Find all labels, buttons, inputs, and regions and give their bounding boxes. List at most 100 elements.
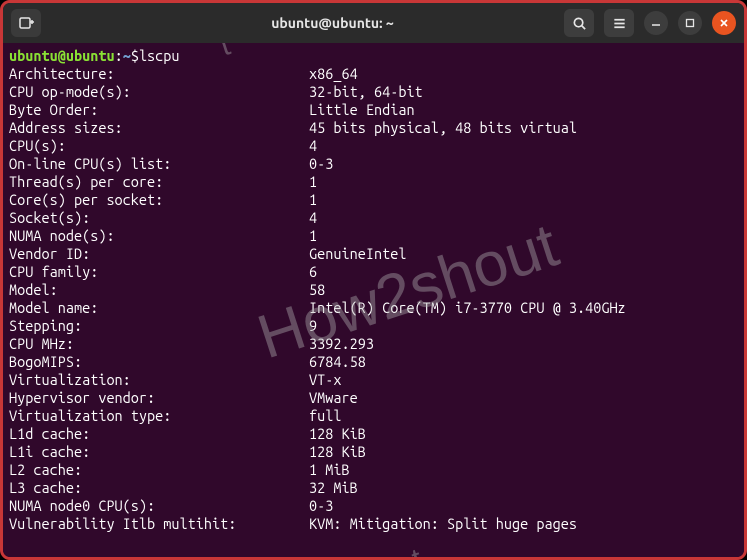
output-value: VT-x — [309, 371, 341, 389]
new-tab-button[interactable] — [11, 9, 41, 37]
output-row: Virtualization:VT-x — [9, 371, 738, 389]
terminal-window: ubuntu@ubuntu: ~ — [0, 0, 747, 560]
output-row: Thread(s) per core:1 — [9, 173, 738, 191]
output-row: CPU family:6 — [9, 263, 738, 281]
output-value: 4 — [309, 137, 317, 155]
minimize-button[interactable] — [644, 11, 668, 35]
output-label: Socket(s): — [9, 209, 309, 227]
output-row: On-line CPU(s) list:0-3 — [9, 155, 738, 173]
output-row: CPU MHz:3392.293 — [9, 335, 738, 353]
output-value: 32 MiB — [309, 479, 358, 497]
output-label: Thread(s) per core: — [9, 173, 309, 191]
output-label: Hypervisor vendor: — [9, 389, 309, 407]
output-value: 4 — [309, 209, 317, 227]
output-row: Model name:Intel(R) Core(TM) i7-3770 CPU… — [9, 299, 738, 317]
output-label: NUMA node(s): — [9, 227, 309, 245]
menu-button[interactable] — [604, 9, 634, 37]
new-tab-icon — [18, 15, 34, 31]
output-row: L2 cache:1 MiB — [9, 461, 738, 479]
output-row: CPU op-mode(s):32-bit, 64-bit — [9, 83, 738, 101]
output-value: Little Endian — [309, 101, 415, 119]
output-row: BogoMIPS:6784.58 — [9, 353, 738, 371]
output-row: Stepping:9 — [9, 317, 738, 335]
output-value: Intel(R) Core(TM) i7-3770 CPU @ 3.40GHz — [309, 299, 626, 317]
close-button[interactable] — [712, 11, 736, 35]
prompt-sep: $ — [131, 47, 139, 65]
window-title: ubuntu@ubuntu: ~ — [107, 15, 558, 31]
prompt-line: ubuntu@ubuntu:~$ lscpu — [9, 47, 738, 65]
close-icon — [718, 17, 730, 29]
output-label: Model name: — [9, 299, 309, 317]
output-row: Socket(s):4 — [9, 209, 738, 227]
output-label: CPU family: — [9, 263, 309, 281]
output-value: 6 — [309, 263, 317, 281]
output-label: L1d cache: — [9, 425, 309, 443]
output-label: L2 cache: — [9, 461, 309, 479]
maximize-icon — [684, 17, 696, 29]
output-label: Address sizes: — [9, 119, 309, 137]
output-label: Vendor ID: — [9, 245, 309, 263]
prompt-sep: : — [115, 47, 123, 65]
output-value: KVM: Mitigation: Split huge pages — [309, 515, 577, 533]
output-row: Hypervisor vendor:VMware — [9, 389, 738, 407]
output-value: 58 — [309, 281, 325, 299]
output-value: full — [309, 407, 341, 425]
output-value: 1 — [309, 227, 317, 245]
output-label: BogoMIPS: — [9, 353, 309, 371]
output-value: 1 — [309, 191, 317, 209]
output-row: Byte Order:Little Endian — [9, 101, 738, 119]
output-row: L1d cache:128 KiB — [9, 425, 738, 443]
prompt-path: ~ — [123, 47, 131, 65]
watermark-text: t — [410, 550, 423, 557]
output-value: 1 MiB — [309, 461, 350, 479]
output-row: Vendor ID:GenuineIntel — [9, 245, 738, 263]
maximize-button[interactable] — [678, 11, 702, 35]
output-label: CPU(s): — [9, 137, 309, 155]
output-value: 32-bit, 64-bit — [309, 83, 423, 101]
output-label: CPU MHz: — [9, 335, 309, 353]
minimize-icon — [650, 17, 662, 29]
output-row: NUMA node0 CPU(s):0-3 — [9, 497, 738, 515]
output-value: 9 — [309, 317, 317, 335]
output-rows: Architecture:x86_64CPU op-mode(s):32-bit… — [9, 65, 738, 533]
output-label: L1i cache: — [9, 443, 309, 461]
output-row: Model:58 — [9, 281, 738, 299]
output-label: Architecture: — [9, 65, 309, 83]
output-label: On-line CPU(s) list: — [9, 155, 309, 173]
output-value: 128 KiB — [309, 443, 366, 461]
output-row: L1i cache:128 KiB — [9, 443, 738, 461]
output-label: Vulnerability Itlb multihit: — [9, 515, 309, 533]
output-value: 0-3 — [309, 155, 333, 173]
output-row: L3 cache:32 MiB — [9, 479, 738, 497]
output-label: Virtualization: — [9, 371, 309, 389]
output-row: Vulnerability Itlb multihit:KVM: Mitigat… — [9, 515, 738, 533]
output-row: NUMA node(s):1 — [9, 227, 738, 245]
search-icon — [572, 16, 587, 31]
prompt-command: lscpu — [139, 47, 180, 65]
output-row: CPU(s):4 — [9, 137, 738, 155]
output-row: Address sizes:45 bits physical, 48 bits … — [9, 119, 738, 137]
output-label: CPU op-mode(s): — [9, 83, 309, 101]
output-label: Core(s) per socket: — [9, 191, 309, 209]
output-value: VMware — [309, 389, 358, 407]
output-value: 128 KiB — [309, 425, 366, 443]
output-label: NUMA node0 CPU(s): — [9, 497, 309, 515]
output-label: Byte Order: — [9, 101, 309, 119]
output-value: GenuineIntel — [309, 245, 406, 263]
output-label: L3 cache: — [9, 479, 309, 497]
hamburger-icon — [612, 16, 627, 31]
output-value: 0-3 — [309, 497, 333, 515]
output-row: Architecture:x86_64 — [9, 65, 738, 83]
output-label: Virtualization type: — [9, 407, 309, 425]
output-label: Stepping: — [9, 317, 309, 335]
titlebar: ubuntu@ubuntu: ~ — [3, 3, 744, 43]
output-row: Core(s) per socket:1 — [9, 191, 738, 209]
prompt-user: ubuntu@ubuntu — [9, 47, 115, 65]
output-row: Virtualization type:full — [9, 407, 738, 425]
output-value: 3392.293 — [309, 335, 374, 353]
output-value: 6784.58 — [309, 353, 366, 371]
search-button[interactable] — [564, 9, 594, 37]
output-label: Model: — [9, 281, 309, 299]
terminal-body[interactable]: t How2shout t ubuntu@ubuntu:~$ lscpu Arc… — [3, 43, 744, 557]
output-value: 45 bits physical, 48 bits virtual — [309, 119, 577, 137]
